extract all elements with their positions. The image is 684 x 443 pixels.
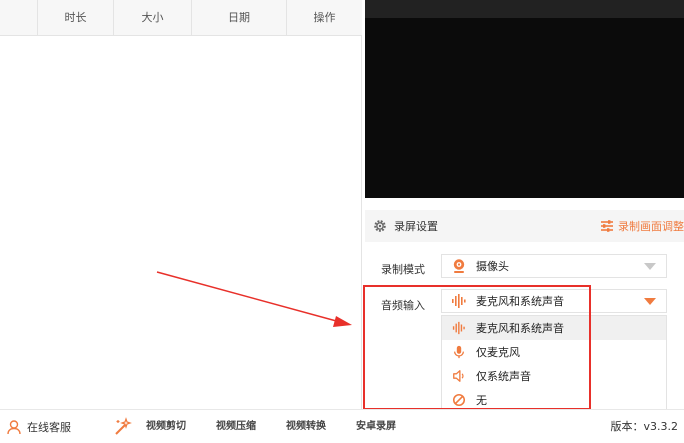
android-recording-button[interactable]: 安卓录屏 xyxy=(356,410,396,443)
column-header-date[interactable]: 日期 xyxy=(191,0,286,36)
camera-icon xyxy=(450,257,468,275)
audio-option-label: 仅系统声音 xyxy=(476,370,531,383)
audio-input-dropdown: 麦克风和系统声音 仅麦克风 仅系统声音 无 xyxy=(441,315,667,411)
online-support-label: 在线客服 xyxy=(27,421,71,434)
audio-option-mic-only[interactable]: 仅麦克风 xyxy=(442,340,666,364)
app-window: 时长 大小 日期 操作 录屏设置 录制画面调整 录制模式 摄像头 音频输入 麦克… xyxy=(0,0,684,443)
chevron-down-icon xyxy=(644,263,656,270)
microphone-icon xyxy=(451,344,467,360)
preview-area xyxy=(365,0,684,198)
settings-title: 录屏设置 xyxy=(394,220,438,233)
version-label: 版本：v3.3.2 xyxy=(610,420,679,433)
column-header-select xyxy=(0,0,37,36)
speaker-icon xyxy=(451,368,467,384)
bottom-toolbar: 在线客服 视频剪切 视频压缩 视频转换 安卓录屏 版本：v3.3.2 xyxy=(0,409,684,443)
audio-option-label: 麦克风和系统声音 xyxy=(476,322,564,335)
gear-icon xyxy=(374,220,386,232)
column-header-duration[interactable]: 时长 xyxy=(37,0,113,36)
video-compress-button[interactable]: 视频压缩 xyxy=(216,410,256,443)
column-header-action: 操作 xyxy=(286,0,362,36)
audio-option-label: 无 xyxy=(476,394,487,407)
audio-input-select[interactable]: 麦克风和系统声音 xyxy=(441,289,667,313)
audio-option-system-only[interactable]: 仅系统声音 xyxy=(442,364,666,388)
record-mode-value: 摄像头 xyxy=(476,260,509,273)
sound-wave-icon xyxy=(451,320,467,336)
audio-input-value: 麦克风和系统声音 xyxy=(476,295,564,308)
settings-header: 录屏设置 录制画面调整 xyxy=(365,210,684,242)
adjust-recording-area-label: 录制画面调整 xyxy=(618,220,684,233)
record-mode-select[interactable]: 摄像头 xyxy=(441,254,667,278)
record-mode-label: 录制模式 xyxy=(381,263,425,276)
file-list-panel: 时长 大小 日期 操作 xyxy=(0,0,362,409)
user-headset-icon xyxy=(7,420,21,435)
video-convert-button[interactable]: 视频转换 xyxy=(286,410,326,443)
mute-icon xyxy=(451,392,467,408)
video-cut-button[interactable]: 视频剪切 xyxy=(146,410,186,443)
magic-wand-icon xyxy=(115,417,132,435)
column-header-size[interactable]: 大小 xyxy=(113,0,191,36)
adjust-recording-area-link[interactable]: 录制画面调整 xyxy=(600,210,684,242)
sliders-icon xyxy=(601,220,613,232)
audio-option-mic-and-system[interactable]: 麦克风和系统声音 xyxy=(442,316,666,340)
audio-input-label: 音频输入 xyxy=(381,299,425,312)
file-list-header: 时长 大小 日期 操作 xyxy=(0,0,362,36)
sound-wave-icon xyxy=(450,292,468,310)
online-support-button[interactable]: 在线客服 xyxy=(6,410,71,443)
audio-option-label: 仅麦克风 xyxy=(476,346,520,359)
chevron-down-icon xyxy=(644,298,656,305)
preview-screen xyxy=(365,18,684,198)
